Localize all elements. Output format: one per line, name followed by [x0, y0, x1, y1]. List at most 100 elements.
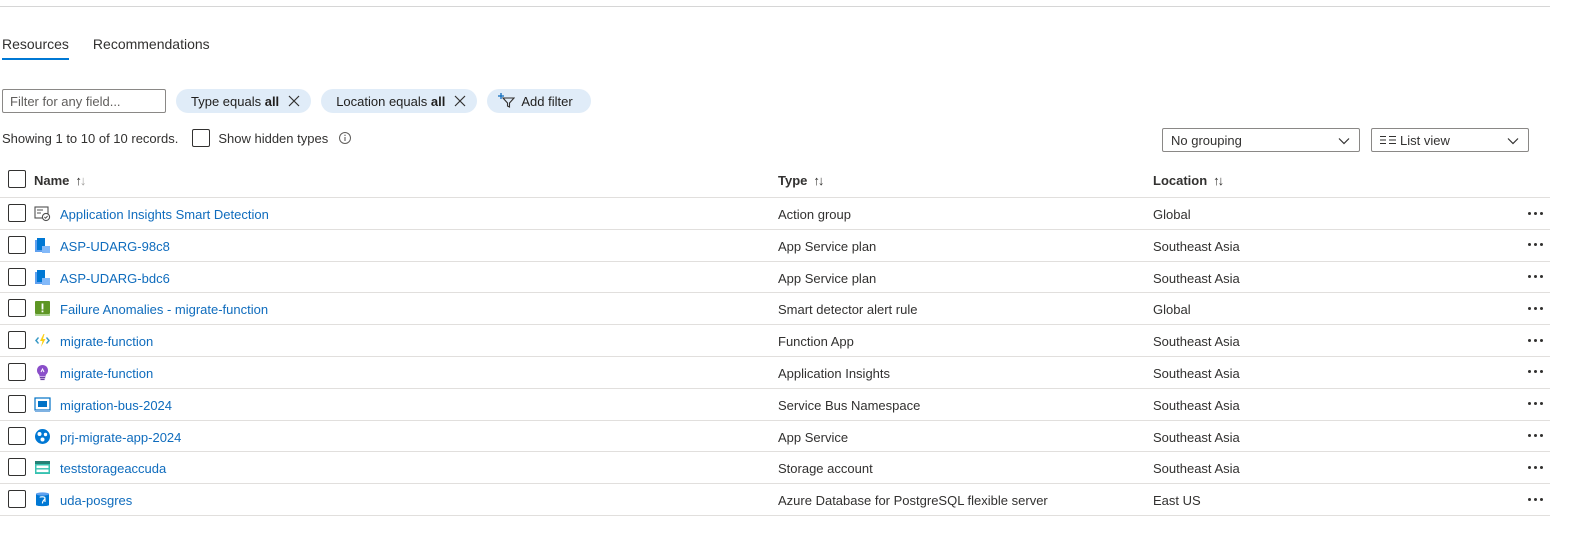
resource-name-link[interactable]: prj-migrate-app-2024 — [60, 430, 181, 445]
type-filter-label: Type equals all — [191, 94, 279, 109]
ellipsis-icon — [1527, 402, 1543, 406]
more-actions-button[interactable] — [1524, 236, 1546, 254]
row-checkbox[interactable] — [8, 235, 26, 254]
close-icon[interactable] — [285, 92, 303, 110]
type-filter-value: all — [264, 93, 280, 109]
resource-type: Action group — [778, 207, 851, 222]
table-header: Name ↑↓ Type ↑↓ Location ↑↓ — [0, 164, 1550, 198]
more-actions-button[interactable] — [1524, 268, 1546, 286]
ellipsis-icon — [1527, 275, 1543, 279]
more-actions-button[interactable] — [1524, 299, 1546, 317]
tab-recommendations[interactable]: Recommendations — [93, 36, 210, 60]
resource-type: Smart detector alert rule — [778, 302, 918, 318]
resource-location: Southeast Asia — [1153, 461, 1240, 477]
column-header-name[interactable]: Name ↑↓ — [34, 173, 86, 188]
app-service-plan-icon — [34, 237, 51, 254]
type-filter-prefix: Type equals — [191, 93, 265, 109]
view-dropdown[interactable]: List view — [1371, 128, 1529, 152]
more-actions-button[interactable] — [1524, 363, 1546, 381]
table-row: Failure Anomalies - migrate-function Smar… — [0, 293, 1550, 326]
chevron-down-icon — [1507, 138, 1519, 145]
service-bus-icon — [34, 396, 51, 413]
tab-resources[interactable]: Resources — [2, 36, 69, 60]
location-filter-prefix: Location equals — [336, 93, 431, 109]
resource-name-link[interactable]: Application Insights Smart Detection — [60, 207, 269, 222]
type-filter-pill[interactable]: Type equals all — [176, 89, 312, 113]
grouping-dropdown[interactable]: No grouping — [1162, 128, 1360, 152]
table-row: migration-bus-2024 Service Bus Namespace S… — [0, 389, 1550, 421]
resource-type: App Service plan — [778, 270, 877, 286]
table-row: teststorageaccuda Storage account Southeas… — [0, 452, 1550, 485]
row-checkbox[interactable] — [8, 204, 26, 222]
row-checkbox[interactable] — [8, 362, 26, 381]
resource-location: Global — [1153, 207, 1191, 222]
more-actions-button[interactable] — [1524, 458, 1546, 476]
record-count: Showing 1 to 10 of 10 records. — [2, 130, 179, 146]
resource-type: Function App — [778, 334, 854, 350]
row-checkbox[interactable] — [8, 299, 26, 318]
top-divider — [0, 6, 1550, 7]
ellipsis-icon — [1527, 306, 1543, 310]
table-row: Application Insights Smart Detection Acti… — [0, 198, 1550, 230]
ellipsis-icon — [1527, 497, 1543, 501]
column-location-label: Location — [1153, 173, 1208, 188]
add-filter-button[interactable]: Add filter — [487, 89, 591, 113]
storage-account-icon — [34, 459, 51, 476]
ellipsis-icon — [1527, 211, 1543, 215]
resource-type: App Service plan — [778, 238, 877, 254]
table-row: migrate-function Application Insights Sout… — [0, 357, 1550, 389]
more-actions-button[interactable] — [1524, 490, 1546, 508]
row-checkbox[interactable] — [8, 267, 26, 286]
chevron-down-icon — [1338, 138, 1350, 145]
row-checkbox[interactable] — [8, 394, 26, 413]
select-all-checkbox[interactable] — [8, 170, 26, 188]
info-icon[interactable] — [338, 131, 352, 145]
resource-name-link[interactable]: migrate-function — [60, 366, 153, 381]
resource-name-link[interactable]: ASP-UDARG-98c8 — [60, 239, 170, 254]
more-actions-button[interactable] — [1524, 395, 1546, 413]
filter-input[interactable] — [2, 89, 166, 113]
filter-bar: Type equals all Location equals all Add … — [2, 89, 591, 113]
more-actions-button[interactable] — [1524, 331, 1546, 349]
row-checkbox[interactable] — [8, 458, 26, 477]
resource-location: Global — [1153, 302, 1191, 318]
show-hidden-checkbox[interactable] — [192, 129, 211, 147]
action-group-icon — [34, 205, 51, 222]
resource-name-link[interactable]: ASP-UDARG-bdc6 — [60, 271, 170, 286]
location-filter-label: Location equals all — [336, 94, 445, 109]
show-hidden-label: Show hidden types — [218, 130, 329, 146]
column-header-type[interactable]: Type ↑↓ — [778, 173, 824, 188]
resource-type: App Service — [778, 429, 849, 445]
row-checkbox[interactable] — [8, 426, 26, 445]
add-filter-label: Add filter — [521, 93, 573, 109]
table-row: uda-posgres Azure Database for PostgreSQL… — [0, 484, 1550, 516]
resource-name-link[interactable]: teststorageaccuda — [60, 461, 166, 476]
resource-type: Service Bus Namespace — [778, 397, 921, 413]
resource-location: Southeast Asia — [1153, 429, 1240, 445]
row-checkbox[interactable] — [8, 490, 26, 509]
row-checkbox[interactable] — [8, 331, 26, 350]
resource-location: Southeast Asia — [1153, 270, 1240, 286]
resource-type: Storage account — [778, 461, 873, 477]
resources-table: Name ↑↓ Type ↑↓ Location ↑↓ Application … — [0, 164, 1550, 516]
resource-location: Southeast Asia — [1153, 365, 1240, 381]
resource-name-link[interactable]: uda-posgres — [60, 493, 132, 508]
column-header-location[interactable]: Location ↑↓ — [1153, 173, 1224, 188]
ellipsis-icon — [1527, 338, 1543, 342]
ellipsis-icon — [1527, 370, 1543, 374]
more-actions-button[interactable] — [1524, 204, 1546, 222]
location-filter-pill[interactable]: Location equals all — [321, 89, 478, 113]
more-actions-button[interactable] — [1524, 427, 1546, 445]
resource-name-link[interactable]: migrate-function — [60, 334, 153, 349]
app-service-plan-icon — [34, 269, 51, 286]
tab-bar: Resources Recommendations — [2, 36, 210, 60]
column-name-label: Name — [34, 173, 70, 188]
list-view-icon — [1380, 136, 1396, 144]
resource-name-link[interactable]: Failure Anomalies - migrate-function — [60, 302, 268, 317]
location-filter-value: all — [430, 93, 446, 109]
resource-name-link[interactable]: migration-bus-2024 — [60, 398, 172, 413]
postgresql-icon — [34, 491, 51, 508]
grouping-value: No grouping — [1171, 132, 1242, 148]
table-row: ASP-UDARG-bdc6 App Service plan Southeast … — [0, 262, 1550, 294]
close-icon[interactable] — [451, 92, 469, 110]
